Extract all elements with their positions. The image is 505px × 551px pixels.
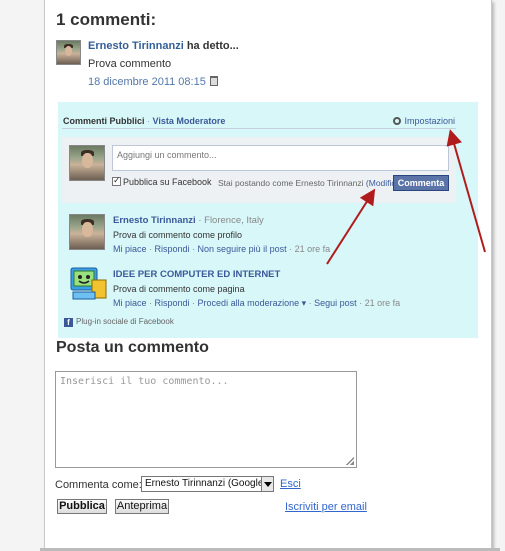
arrow-to-settings bbox=[446, 129, 486, 253]
annotation-arrows bbox=[326, 129, 486, 265]
arrow-to-modify bbox=[326, 188, 376, 265]
